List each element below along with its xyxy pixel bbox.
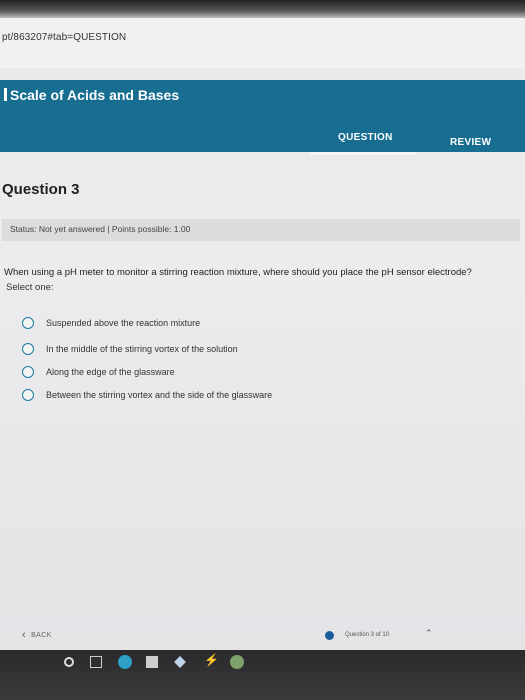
tab-question[interactable]: QUESTION [338, 132, 393, 143]
option-label[interactable]: In the middle of the stirring vortex of … [46, 344, 238, 354]
radio-button[interactable] [22, 366, 34, 378]
app-header: Scale of Acids and Bases QUESTION REVIEW [0, 80, 525, 155]
status-text: Status: Not yet answered | Points possib… [10, 224, 191, 234]
option-label[interactable]: Between the stirring vortex and the side… [46, 390, 272, 400]
question-footer: ‹ BACK Question 3 of 10 ⌃ [0, 627, 525, 650]
page-title: Scale of Acids and Bases [4, 87, 179, 103]
select-one-label: Select one: [6, 282, 54, 293]
lightning-app-icon[interactable]: ⚡ [204, 653, 219, 667]
question-heading: Question 3 [2, 181, 80, 198]
question-progress: Question 3 of 10 [345, 632, 390, 638]
status-bar: Status: Not yet answered | Points possib… [2, 219, 520, 241]
radio-button[interactable] [22, 389, 34, 401]
dropbox-icon[interactable] [174, 656, 186, 668]
chrome-icon[interactable] [230, 655, 244, 669]
cortana-icon[interactable] [64, 657, 74, 667]
screen: pt/863207#tab=QUESTION Scale of Acids an… [0, 0, 525, 650]
os-taskbar: ⚡ [0, 650, 525, 700]
monitor-bezel [0, 0, 525, 18]
option-label[interactable]: Suspended above the reaction mixture [46, 318, 200, 328]
question-panel: Question 3 Status: Not yet answered | Po… [0, 152, 525, 627]
browser-address-bar[interactable]: pt/863207#tab=QUESTION [0, 18, 525, 68]
store-icon[interactable] [146, 656, 158, 668]
back-label: BACK [31, 632, 52, 639]
question-prompt: When using a pH meter to monitor a stirr… [4, 267, 472, 278]
chevron-left-icon: ‹ [22, 629, 27, 641]
progress-dot-icon [325, 631, 334, 640]
option-label[interactable]: Along the edge of the glassware [46, 367, 175, 377]
task-view-icon[interactable] [90, 656, 102, 668]
edge-browser-icon[interactable] [118, 655, 132, 669]
url-text[interactable]: pt/863207#tab=QUESTION [2, 32, 126, 43]
back-button[interactable]: ‹ BACK [22, 629, 52, 641]
tab-review[interactable]: REVIEW [450, 137, 491, 148]
radio-button[interactable] [22, 317, 34, 329]
radio-button[interactable] [22, 343, 34, 355]
chevron-up-icon[interactable]: ⌃ [425, 628, 433, 639]
